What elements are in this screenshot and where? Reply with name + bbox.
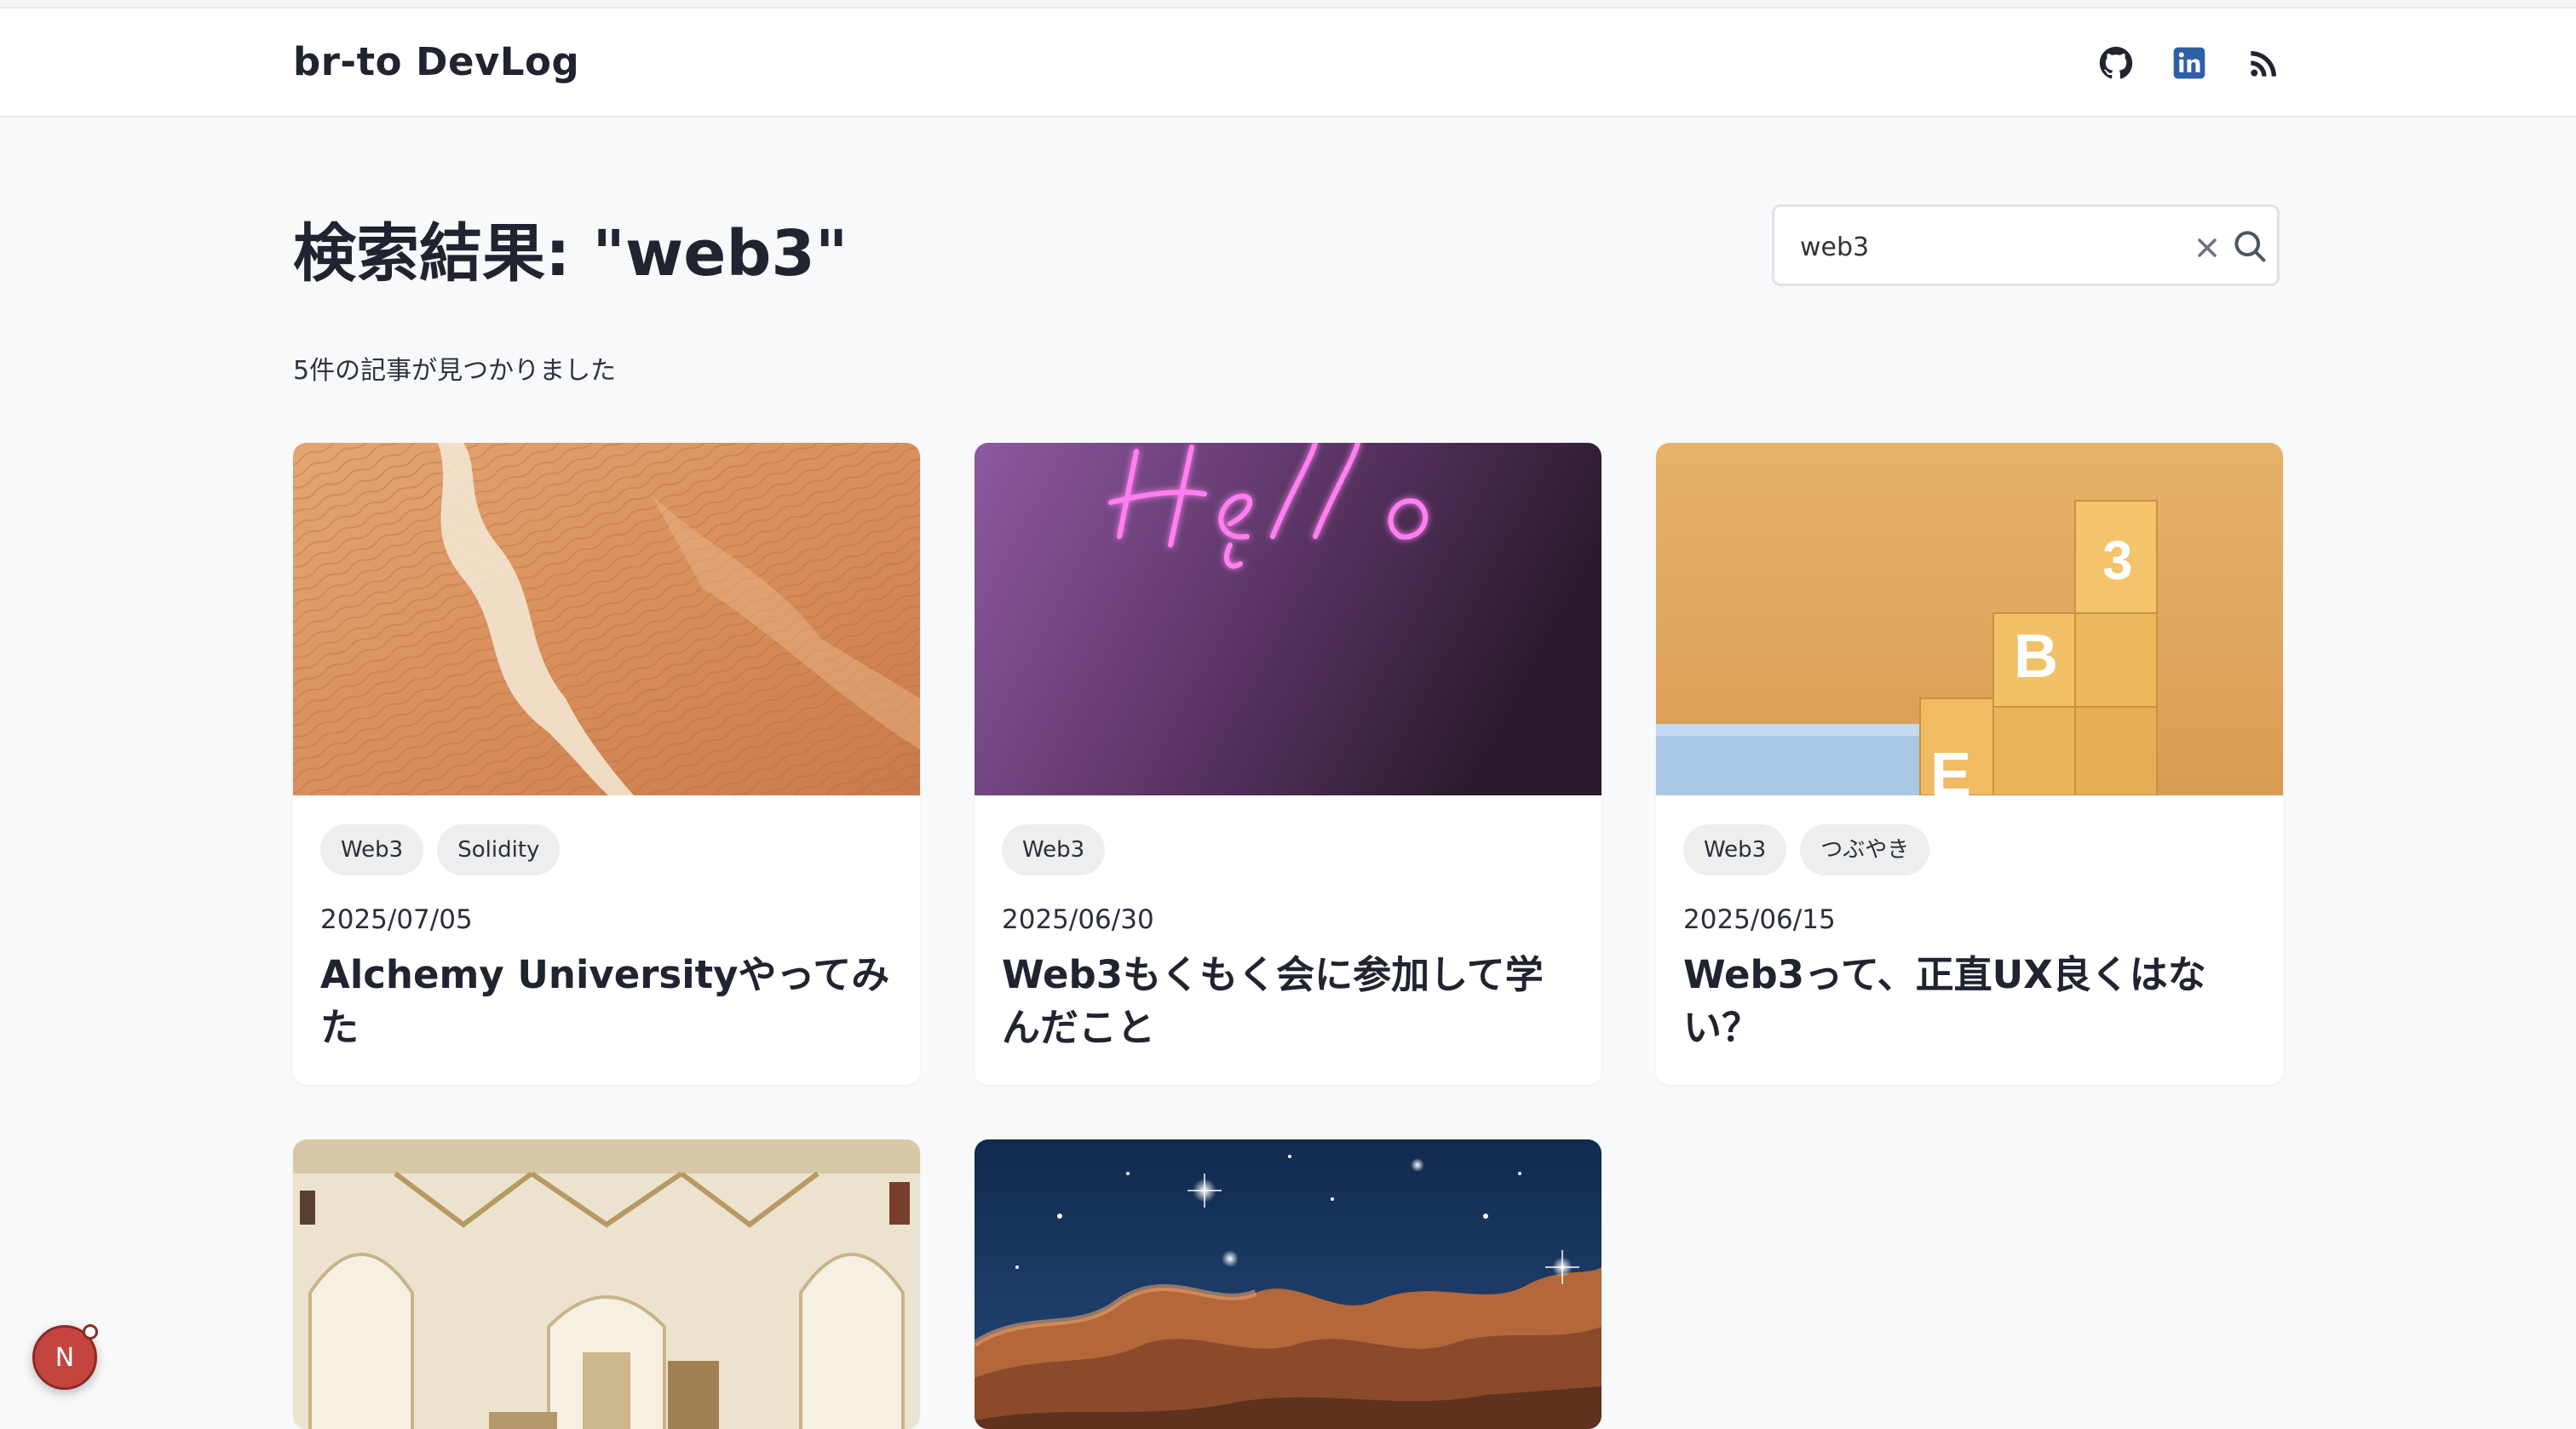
- article-title[interactable]: Web3もくもく会に参加して学んだこと: [1002, 949, 1581, 1054]
- notification-dot: [83, 1324, 98, 1340]
- github-icon[interactable]: [2097, 44, 2135, 82]
- tag-list: Web3 Solidity: [320, 824, 561, 875]
- article-card[interactable]: [975, 1139, 1601, 1429]
- tag-chip[interactable]: Web3: [320, 824, 424, 875]
- page-title: 検索結果: "web3": [293, 217, 848, 290]
- rss-icon[interactable]: [2245, 44, 2283, 82]
- linkedin-icon[interactable]: [2171, 44, 2208, 82]
- article-thumbnail: 3 B E: [1656, 443, 2283, 795]
- article-date: 2025/06/15: [1683, 904, 1836, 935]
- clear-icon[interactable]: [2192, 232, 2222, 263]
- window-top-edge: [0, 0, 2576, 9]
- article-date: 2025/07/05: [320, 904, 473, 935]
- article-date: 2025/06/30: [1002, 904, 1154, 935]
- article-card[interactable]: Web3 2025/06/30 Web3もくもく会に参加して学んだこと: [975, 443, 1601, 1085]
- tag-list: Web3: [1002, 824, 1106, 875]
- tag-chip[interactable]: Web3: [1002, 824, 1106, 875]
- tag-chip[interactable]: Solidity: [437, 824, 561, 875]
- tag-chip[interactable]: つぶやき: [1800, 824, 1930, 875]
- article-thumbnail: [293, 443, 920, 795]
- devtools-label: N: [55, 1342, 75, 1373]
- article-title[interactable]: Web3って、正直UX良くはない？: [1683, 949, 2263, 1054]
- svg-text:E: E: [1930, 741, 1971, 795]
- site-header: br-to DevLog: [0, 9, 2576, 118]
- tag-list: Web3 つぶやき: [1683, 824, 1930, 875]
- article-card[interactable]: Web3 Solidity 2025/07/05 Alchemy Univers…: [293, 443, 920, 1085]
- devtools-toggle-button[interactable]: N: [32, 1324, 98, 1390]
- article-thumbnail: [293, 1139, 920, 1429]
- article-thumbnail: [975, 1139, 1601, 1429]
- article-title[interactable]: Alchemy Universityやってみた: [320, 949, 900, 1054]
- tag-chip[interactable]: Web3: [1683, 824, 1787, 875]
- svg-text:3: 3: [2102, 530, 2133, 591]
- svg-text:B: B: [2014, 623, 2058, 691]
- search-icon[interactable]: [2231, 227, 2268, 265]
- article-thumbnail: [975, 443, 1601, 795]
- search-box: [1772, 204, 2280, 286]
- site-brand[interactable]: br-to DevLog: [293, 39, 579, 84]
- result-count: 5件の記事が見つかりました: [293, 356, 617, 386]
- article-card[interactable]: 3 B E Web3 つぶやき 2025/06/15 Web3って、正直UX良く…: [1656, 443, 2283, 1085]
- search-input[interactable]: [1798, 224, 2168, 270]
- article-card[interactable]: [293, 1139, 920, 1429]
